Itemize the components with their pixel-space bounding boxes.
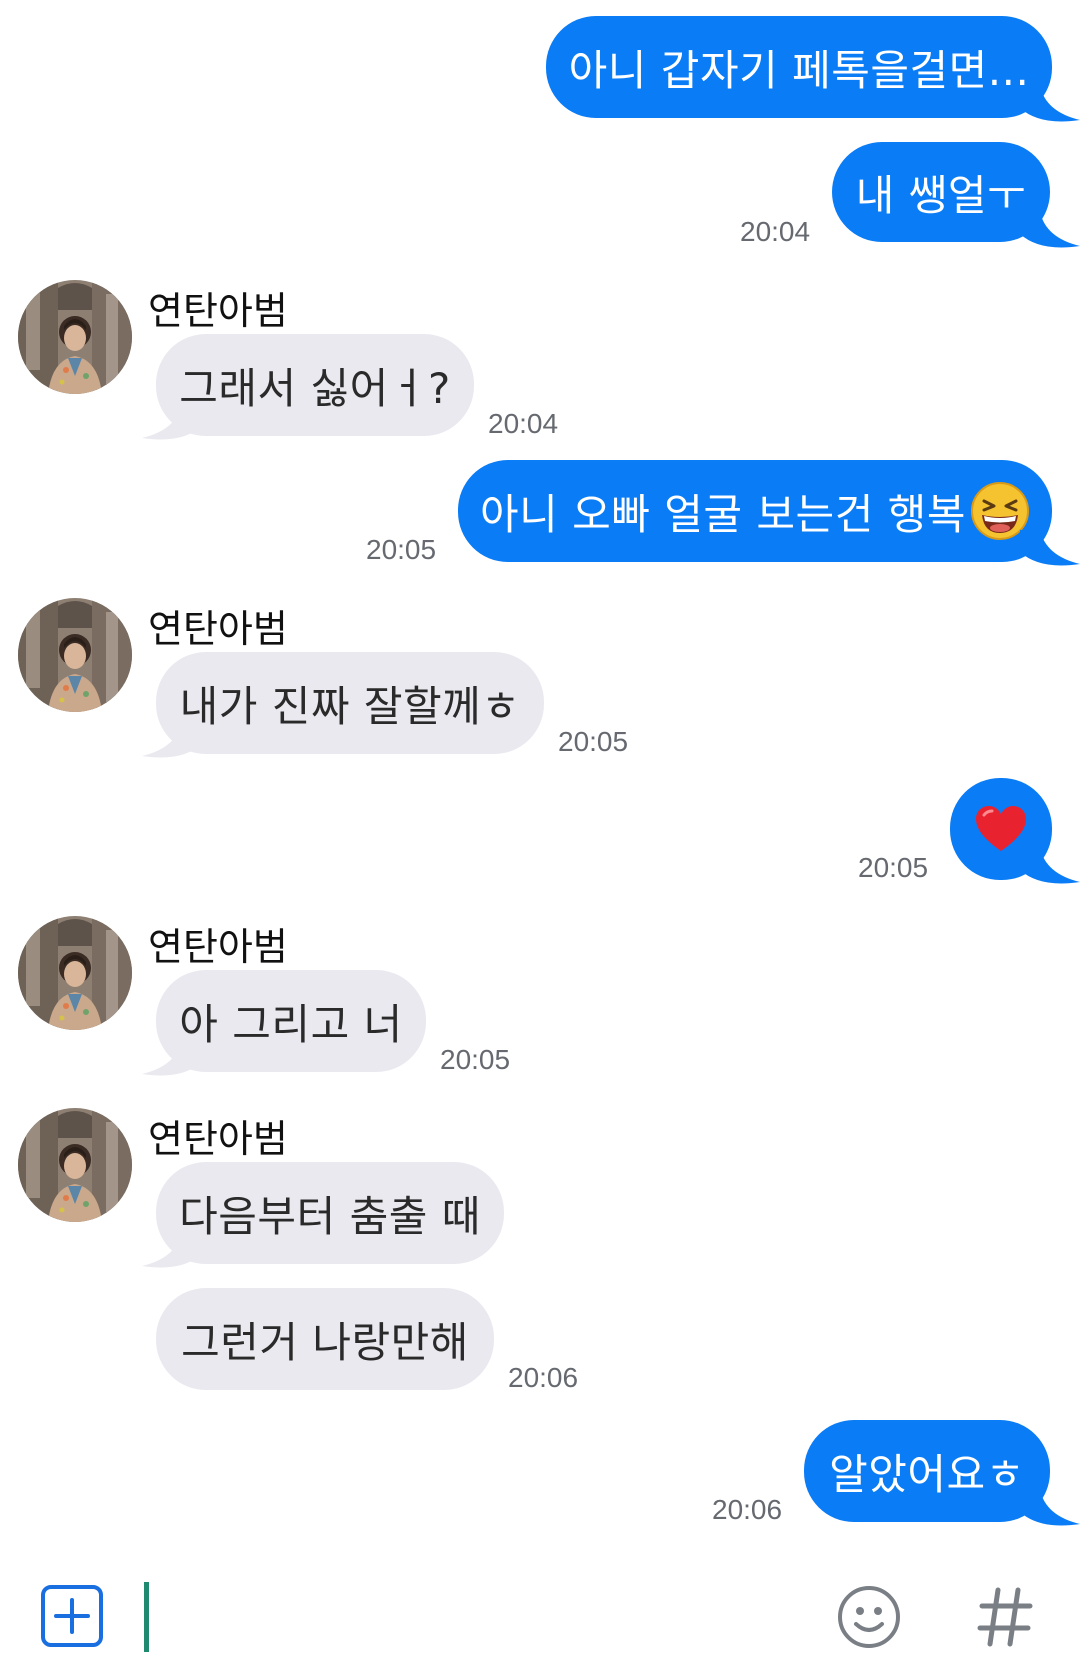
message-text: 내 쌩얼ㅜ <box>855 170 1027 220</box>
message-bubble-received[interactable]: 그래서 싫어ㅓ? <box>156 334 474 436</box>
message-text: 알았어요ㅎ <box>829 1449 1025 1499</box>
message-text: 내가 진짜 잘할께ㅎ <box>179 681 521 731</box>
profile-photo <box>18 916 132 1030</box>
message-text: 아니 갑자기 페톡을걸면... <box>568 45 1030 95</box>
sender-name: 연탄아범 <box>148 1117 288 1161</box>
sender-name: 연탄아범 <box>148 289 288 333</box>
message-bubble-sent[interactable]: 내 쌩얼ㅜ <box>832 142 1050 242</box>
profile-photo <box>18 1108 132 1222</box>
message-text: 아 그리고 너 <box>179 999 403 1049</box>
message-bubble-sent[interactable]: 아니 오빠 얼굴 보는건 행복 <box>458 460 1052 562</box>
message-timestamp: 20:05 <box>858 852 929 883</box>
bubble-tail <box>142 722 202 762</box>
message-bubble-sent[interactable]: 아니 갑자기 페톡을걸면... <box>546 16 1052 118</box>
hashtag-button[interactable] <box>974 1584 1036 1650</box>
avatar[interactable] <box>18 280 132 394</box>
profile-photo <box>18 598 132 712</box>
message-bubble-received[interactable]: 내가 진짜 잘할께ㅎ <box>156 652 544 754</box>
avatar[interactable] <box>18 916 132 1030</box>
text-cursor <box>144 1582 149 1652</box>
bubble-tail <box>1020 530 1080 570</box>
bubble-tail <box>1020 1490 1080 1530</box>
message-timestamp: 20:05 <box>440 1044 511 1075</box>
plus-square-icon <box>41 1585 103 1647</box>
message-text: 다음부터 춤출 때 <box>179 1191 481 1241</box>
bubble-tail <box>1020 848 1080 888</box>
message-bubble-sent[interactable]: 알았어요ㅎ <box>804 1420 1050 1522</box>
bubble-tail <box>1020 212 1080 252</box>
hashtag-icon <box>977 1587 1033 1647</box>
plus-button[interactable] <box>40 1584 104 1648</box>
message-timestamp: 20:04 <box>740 216 811 247</box>
bubble-tail <box>142 404 202 444</box>
bubble-tail <box>142 1040 202 1080</box>
message-input[interactable] <box>140 1580 780 1652</box>
message-text: 그런거 나랑만해 <box>181 1317 469 1367</box>
avatar[interactable] <box>18 598 132 712</box>
message-bubble-received[interactable]: 다음부터 춤출 때 <box>156 1162 504 1264</box>
message-text: 그래서 싫어ㅓ? <box>179 363 451 413</box>
sender-name: 연탄아범 <box>148 607 288 651</box>
message-bubble-received[interactable]: 그런거 나랑만해 <box>156 1288 494 1390</box>
message-timestamp: 20:04 <box>488 408 559 439</box>
message-timestamp: 20:05 <box>558 726 629 757</box>
message-text: 아니 오빠 얼굴 보는건 행복 <box>480 489 966 539</box>
message-timestamp: 20:06 <box>508 1362 579 1393</box>
red-heart-icon <box>976 806 1026 851</box>
bubble-tail <box>142 1232 202 1272</box>
message-timestamp: 20:05 <box>366 534 437 565</box>
emoji-button[interactable] <box>836 1584 902 1650</box>
message-composer <box>0 1560 1080 1680</box>
bubble-tail <box>1020 86 1080 126</box>
profile-photo <box>18 280 132 394</box>
message-timestamp: 20:06 <box>712 1494 783 1525</box>
avatar[interactable] <box>18 1108 132 1222</box>
sender-name: 연탄아범 <box>148 925 288 969</box>
smiley-icon <box>838 1586 900 1648</box>
